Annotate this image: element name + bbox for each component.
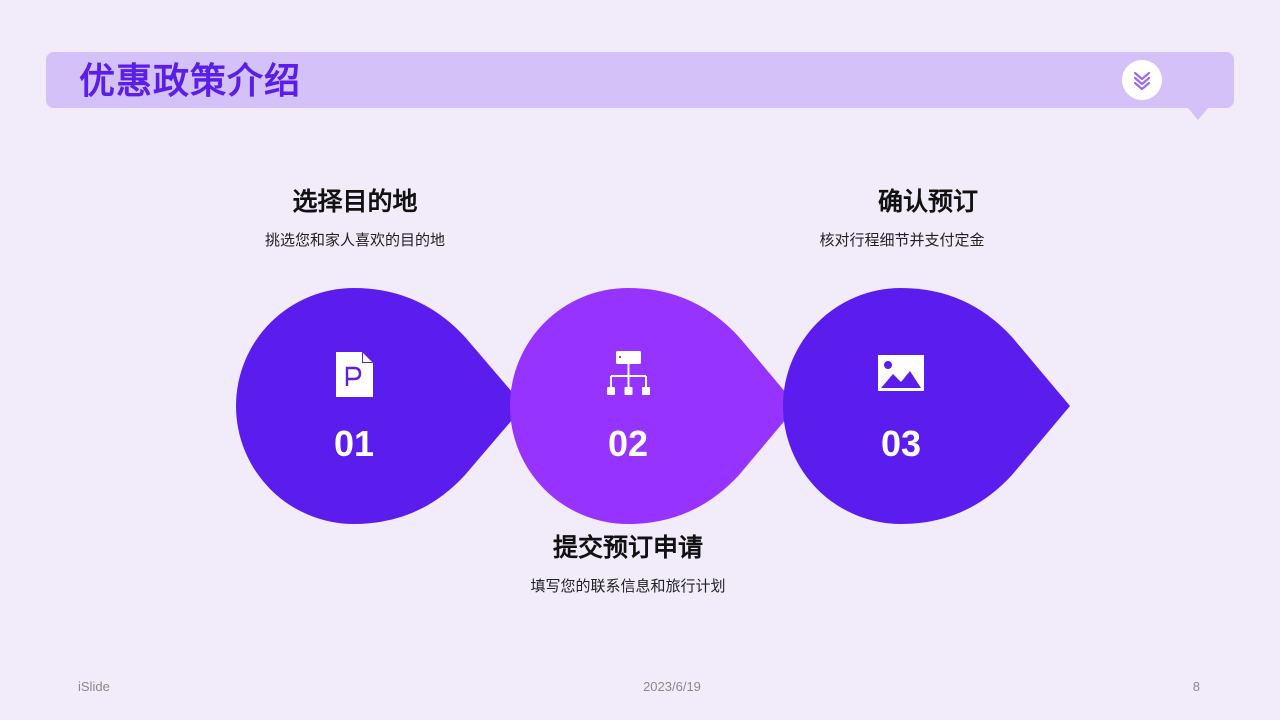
step-3-number: 03 xyxy=(880,423,922,464)
image-icon xyxy=(871,350,931,400)
step-2-drop xyxy=(510,288,797,524)
footer-date: 2023/6/19 xyxy=(643,679,701,694)
hierarchy-icon xyxy=(598,350,658,400)
step-3-drop xyxy=(783,288,1070,524)
step-1-number: 01 xyxy=(333,423,375,464)
footer-page-number: 8 xyxy=(1192,679,1200,694)
step-1-drop xyxy=(236,288,524,524)
step-2-number: 02 xyxy=(607,423,649,464)
ppt-file-icon xyxy=(325,350,385,400)
footer-brand: iSlide xyxy=(78,679,110,694)
